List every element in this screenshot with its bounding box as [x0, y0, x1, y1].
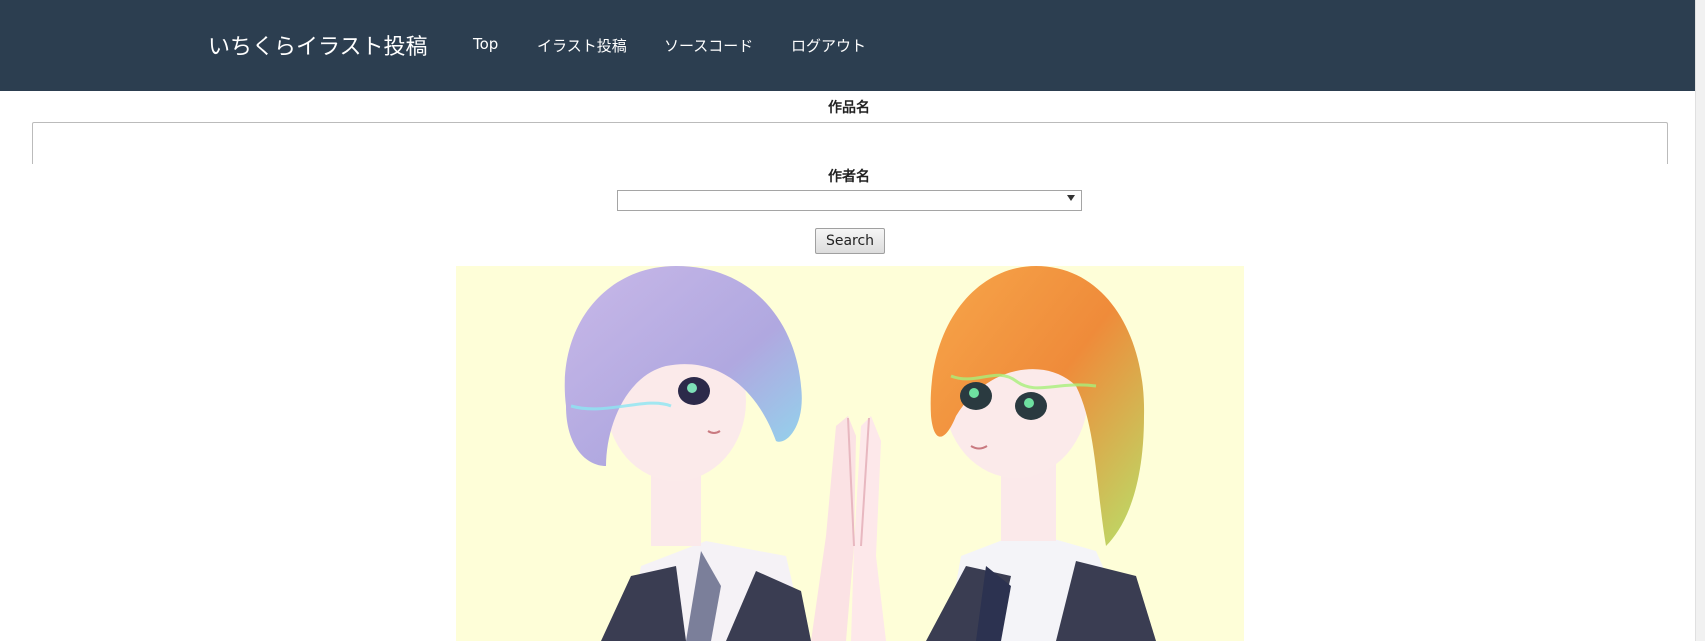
nav-link-top[interactable]: Top: [473, 35, 498, 53]
nav-link-source-code[interactable]: ソースコード: [664, 35, 753, 56]
dropdown-arrow-icon: [1067, 195, 1075, 201]
nav-link-illust-post[interactable]: イラスト投稿: [537, 35, 627, 56]
author-label: 作者名: [828, 169, 870, 185]
title-label: 作品名: [828, 100, 870, 116]
nav-link-logout[interactable]: ログアウト: [791, 35, 866, 56]
author-select[interactable]: [617, 190, 1082, 211]
top-navbar: いちくらイラスト投稿 Top イラスト投稿 ソースコード ログアウト: [0, 0, 1705, 91]
illustration-artwork: [456, 266, 1244, 641]
title-input[interactable]: [32, 122, 1668, 164]
search-button[interactable]: Search: [815, 228, 885, 254]
site-brand[interactable]: いちくらイラスト投稿: [208, 29, 428, 61]
illustration-image[interactable]: [456, 266, 1244, 641]
